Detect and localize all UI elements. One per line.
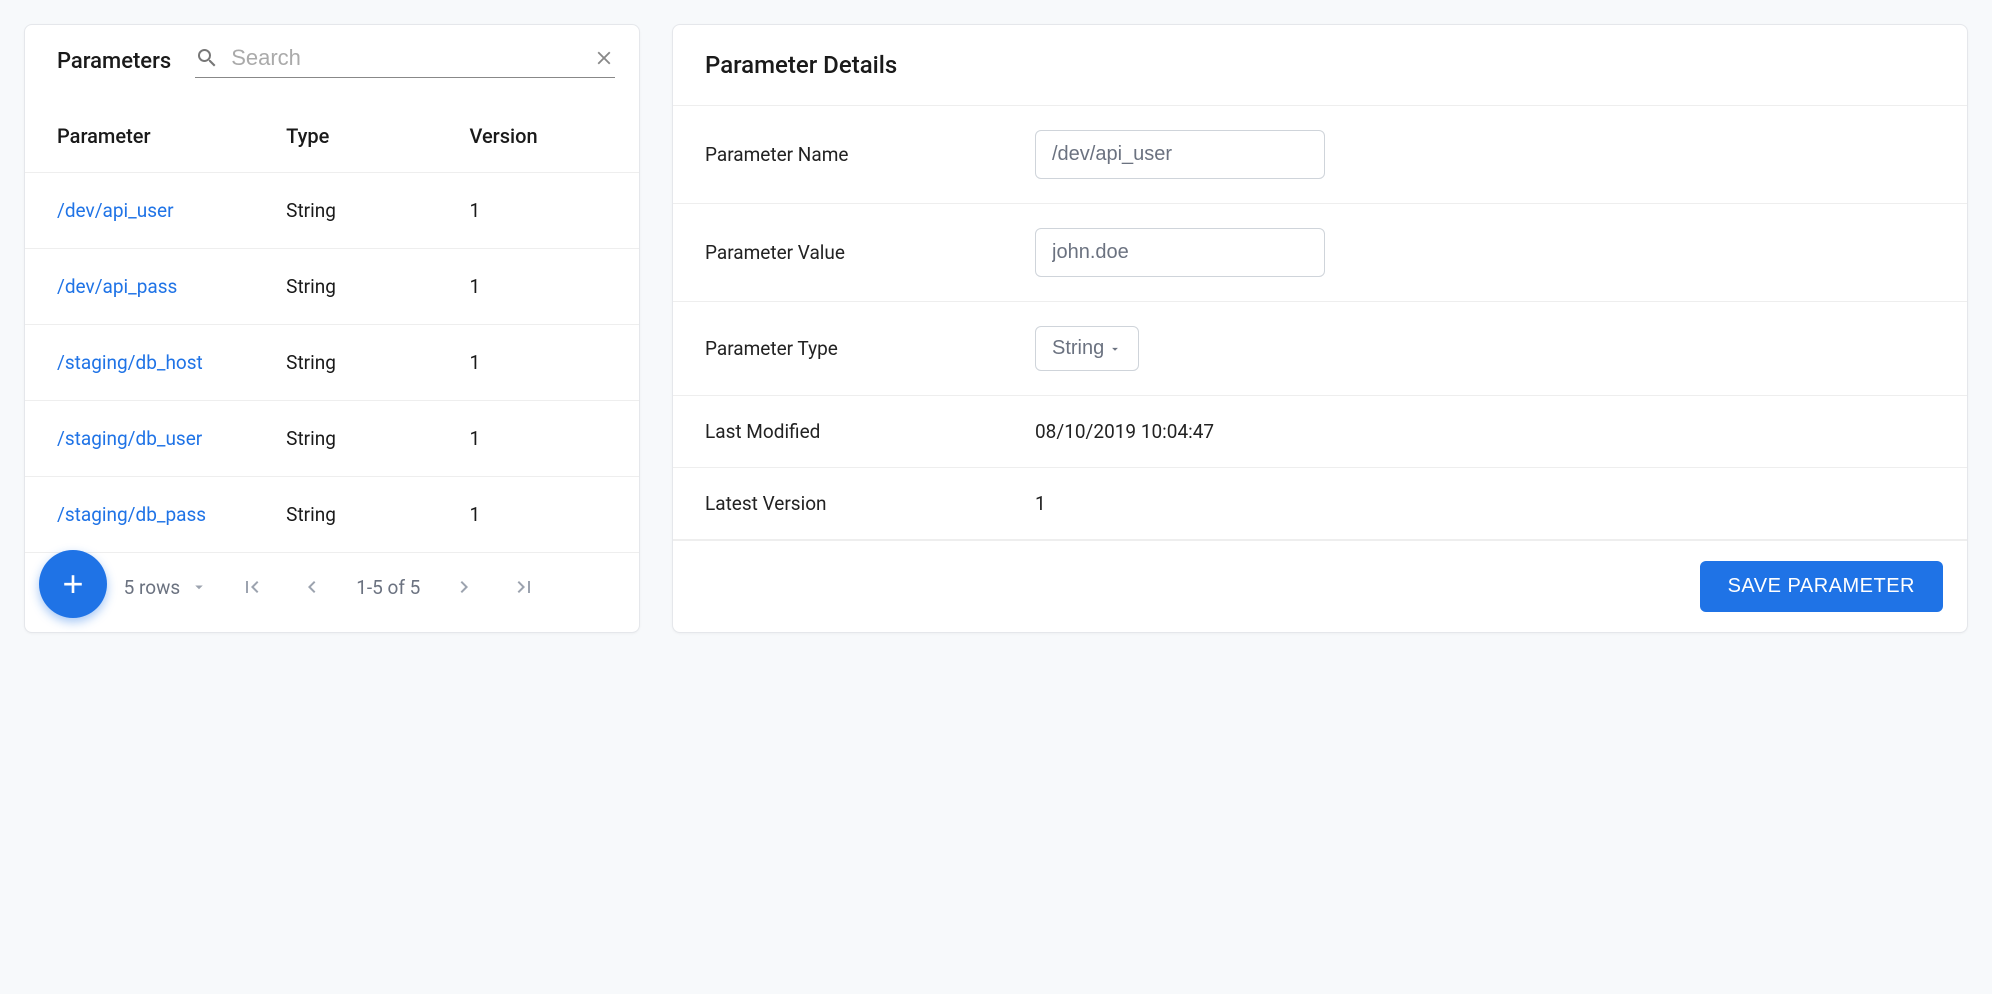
first-page-button[interactable] (236, 571, 268, 603)
label-parameter-name: Parameter Name (705, 143, 1035, 166)
table-row[interactable]: /staging/db_hostString1 (25, 325, 639, 401)
table-row[interactable]: /staging/db_passString1 (25, 477, 639, 552)
cell-type: String (286, 199, 469, 222)
label-parameter-value: Parameter Value (705, 241, 1035, 264)
parameter-link[interactable]: /dev/api_user (57, 199, 286, 222)
parameter-link[interactable]: /dev/api_pass (57, 275, 286, 298)
close-icon (593, 47, 615, 69)
first-page-icon (240, 575, 264, 599)
cell-version: 1 (469, 427, 607, 450)
cell-version: 1 (469, 275, 607, 298)
parameters-panel: Parameters Parameter Type Version /dev/a… (24, 24, 640, 633)
cell-version: 1 (469, 351, 607, 374)
col-type: Type (286, 124, 469, 148)
chevron-left-icon (300, 575, 324, 599)
parameter-link[interactable]: /staging/db_host (57, 351, 286, 374)
add-parameter-fab[interactable]: + (39, 550, 107, 618)
parameter-link[interactable]: /staging/db_user (57, 427, 286, 450)
col-parameter: Parameter (57, 124, 286, 148)
pagination: 5 rows 1-5 of 5 (25, 552, 639, 621)
chevron-right-icon (452, 575, 476, 599)
parameter-type-value: String (1052, 337, 1104, 360)
cell-version: 1 (469, 503, 607, 526)
last-page-button[interactable] (508, 571, 540, 603)
label-latest-version: Latest Version (705, 492, 1035, 515)
table-row[interactable]: /dev/api_passString1 (25, 249, 639, 325)
parameter-details-panel: Parameter Details Parameter Name Paramet… (672, 24, 1968, 633)
search-icon (195, 46, 219, 70)
value-latest-version: 1 (1035, 492, 1935, 515)
last-page-icon (512, 575, 536, 599)
next-page-button[interactable] (448, 571, 480, 603)
table-header: Parameter Type Version (25, 94, 639, 173)
cell-version: 1 (469, 199, 607, 222)
col-version: Version (469, 124, 607, 148)
clear-search-button[interactable] (593, 47, 615, 69)
label-last-modified: Last Modified (705, 420, 1035, 443)
cell-type: String (286, 427, 469, 450)
page-range: 1-5 of 5 (356, 576, 420, 599)
save-parameter-button[interactable]: SAVE PARAMETER (1700, 561, 1943, 612)
parameter-name-input[interactable] (1035, 130, 1325, 179)
dropdown-icon (190, 578, 208, 596)
details-title: Parameter Details (673, 25, 1967, 106)
cell-type: String (286, 351, 469, 374)
search-input[interactable] (231, 45, 581, 71)
cell-type: String (286, 275, 469, 298)
cell-type: String (286, 503, 469, 526)
parameter-type-select[interactable]: String (1035, 326, 1139, 371)
search-field[interactable] (195, 45, 615, 78)
rows-label: 5 rows (124, 576, 181, 599)
value-last-modified: 08/10/2019 10:04:47 (1035, 420, 1935, 443)
label-parameter-type: Parameter Type (705, 337, 1035, 360)
prev-page-button[interactable] (296, 571, 328, 603)
rows-per-page-select[interactable]: 5 rows (124, 576, 209, 599)
caret-down-icon (1108, 342, 1122, 356)
parameters-title: Parameters (57, 49, 171, 74)
parameter-link[interactable]: /staging/db_pass (57, 503, 286, 526)
table-row[interactable]: /dev/api_userString1 (25, 173, 639, 249)
parameter-value-input[interactable] (1035, 228, 1325, 277)
table-row[interactable]: /staging/db_userString1 (25, 401, 639, 477)
